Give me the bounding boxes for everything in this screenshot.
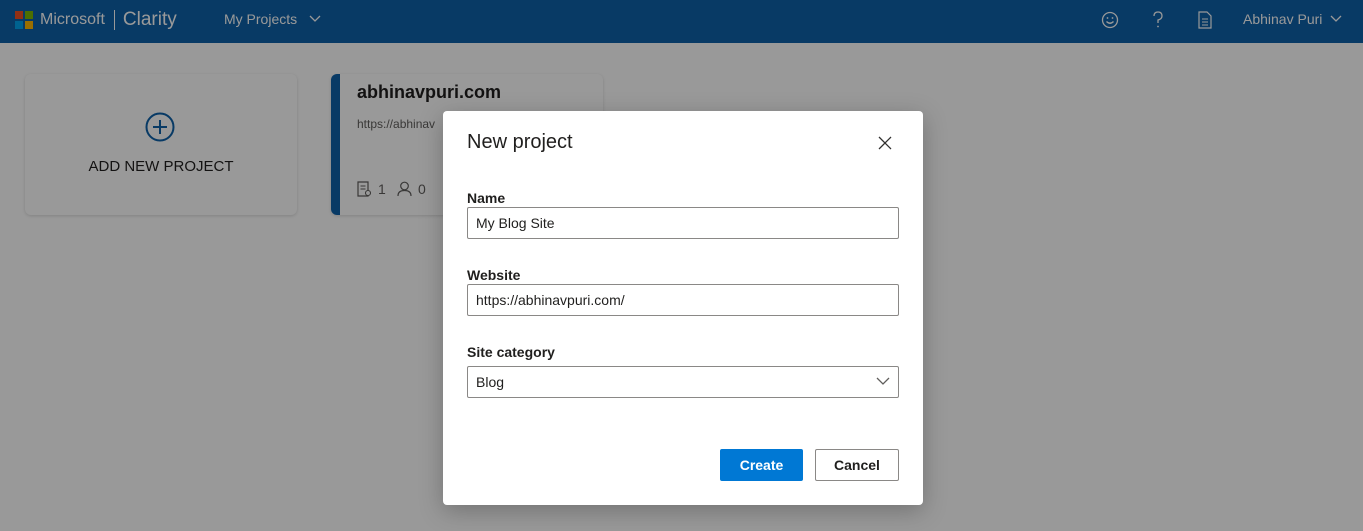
dialog-title: New project: [467, 131, 573, 153]
chevron-down-icon: [876, 377, 890, 385]
site-category-value: Blog: [476, 374, 505, 390]
site-category-label: Site category: [467, 344, 555, 360]
close-icon[interactable]: [875, 133, 895, 153]
website-label: Website: [467, 267, 521, 283]
create-button[interactable]: Create: [720, 449, 803, 481]
name-input[interactable]: [467, 207, 899, 239]
site-category-dropdown[interactable]: Blog: [467, 366, 899, 398]
website-input[interactable]: [467, 284, 899, 316]
cancel-button[interactable]: Cancel: [815, 449, 899, 481]
new-project-dialog: New project Name Website Site category B…: [443, 111, 923, 505]
name-label: Name: [467, 190, 506, 206]
